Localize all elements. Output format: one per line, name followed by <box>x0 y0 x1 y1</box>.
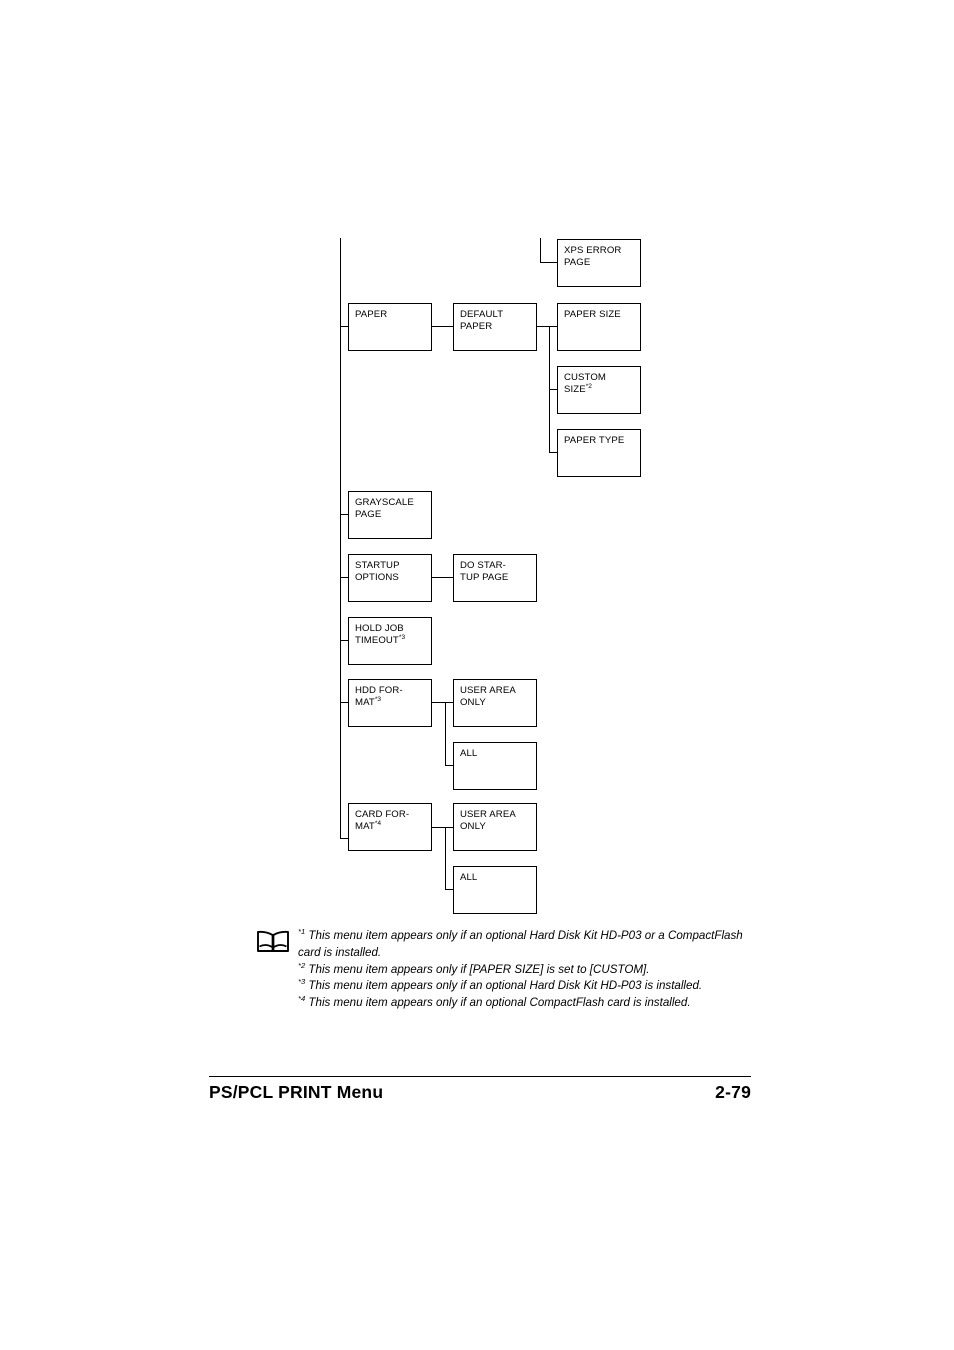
node-label-text: HOLD JOB TIMEOUT <box>355 623 404 647</box>
page-number: 2-79 <box>715 1082 751 1102</box>
node-card-user-area-only[interactable]: USER AREA ONLY <box>453 803 537 851</box>
node-label: CARD FOR- MAT*4 <box>355 809 431 834</box>
footnote-2: *2 This menu item appears only if [PAPER… <box>298 961 758 979</box>
node-label: PAPER TYPE <box>564 435 625 446</box>
node-label: STARTUP OPTIONS <box>355 560 400 584</box>
page: XPS ERROR PAGE PAPER DEFAULT PAPER PAPER… <box>0 0 954 1350</box>
node-label-text: CARD FOR- MAT <box>355 809 410 833</box>
node-hold-job-timeout[interactable]: HOLD JOB TIMEOUT*3 <box>348 617 432 665</box>
page-footer: PS/PCL PRINT Menu 2-79 <box>209 1082 751 1103</box>
node-label: XPS ERROR PAGE <box>564 245 622 269</box>
node-xps-error-page[interactable]: XPS ERROR PAGE <box>557 239 641 287</box>
node-paper[interactable]: PAPER <box>348 303 432 351</box>
node-label: CUSTOM SIZE*2 <box>564 372 640 397</box>
footnote-marker-2: *2 <box>585 383 592 391</box>
connector-paper-to-default-paper <box>431 326 454 328</box>
node-hdd-user-area-only[interactable]: USER AREA ONLY <box>453 679 537 727</box>
node-label: ALL <box>460 872 478 883</box>
node-label: PAPER <box>355 309 388 320</box>
node-hdd-format[interactable]: HDD FOR- MAT*3 <box>348 679 432 727</box>
node-card-format[interactable]: CARD FOR- MAT*4 <box>348 803 432 851</box>
connector-hdd-format-out <box>431 702 446 704</box>
connector-xps-vertical <box>540 238 542 263</box>
node-label: ALL <box>460 748 478 759</box>
footnote-marker-4: *4 <box>374 820 382 828</box>
footnote-marker-3: *3 <box>398 634 406 642</box>
node-label: HOLD JOB TIMEOUT*3 <box>355 623 431 648</box>
footnote-list: *1 This menu item appears only if an opt… <box>298 928 758 1012</box>
node-label: HDD FOR- MAT*3 <box>355 685 431 710</box>
footnote-text: This menu item appears only if an option… <box>305 979 703 993</box>
connector-xps-horizontal <box>540 262 558 264</box>
footnote-marker-3: *3 <box>374 696 382 704</box>
footnote-text: This menu item appears only if an option… <box>298 929 743 959</box>
footer-title: PS/PCL PRINT Menu <box>209 1082 384 1102</box>
node-label: PAPER SIZE <box>564 309 621 320</box>
node-default-paper[interactable]: DEFAULT PAPER <box>453 303 537 351</box>
footnote-1: *1 This menu item appears only if an opt… <box>298 928 758 962</box>
node-startup-options[interactable]: STARTUP OPTIONS <box>348 554 432 602</box>
open-book-icon <box>257 930 289 952</box>
connector-card-format-out <box>431 827 446 829</box>
node-label: DEFAULT PAPER <box>460 309 504 333</box>
footnote-text: This menu item appears only if an option… <box>305 996 691 1010</box>
connector-startup-to-do-startup-page <box>431 577 454 579</box>
footnote-text: This menu item appears only if [PAPER SI… <box>305 962 650 976</box>
node-paper-size[interactable]: PAPER SIZE <box>557 303 641 351</box>
footnote-4: *4 This menu item appears only if an opt… <box>298 995 758 1012</box>
footer-divider <box>209 1076 751 1078</box>
node-do-startup-page[interactable]: DO STAR- TUP PAGE <box>453 554 537 602</box>
node-label: GRAYSCALE PAGE <box>355 497 414 521</box>
spine-card-format-children <box>445 827 447 890</box>
footnote-3: *3 This menu item appears only if an opt… <box>298 978 758 995</box>
menu-tree-diagram: XPS ERROR PAGE PAPER DEFAULT PAPER PAPER… <box>0 0 954 930</box>
spine-main <box>340 238 342 839</box>
connector-default-paper-out <box>536 326 550 328</box>
node-grayscale-page[interactable]: GRAYSCALE PAGE <box>348 491 432 539</box>
node-label: USER AREA ONLY <box>460 685 516 709</box>
node-paper-type[interactable]: PAPER TYPE <box>557 429 641 477</box>
node-custom-size[interactable]: CUSTOM SIZE*2 <box>557 366 641 414</box>
spine-hdd-format-children <box>445 702 447 766</box>
node-label: DO STAR- TUP PAGE <box>460 560 509 584</box>
node-card-all[interactable]: ALL <box>453 866 537 914</box>
node-hdd-all[interactable]: ALL <box>453 742 537 790</box>
node-label: USER AREA ONLY <box>460 809 516 833</box>
